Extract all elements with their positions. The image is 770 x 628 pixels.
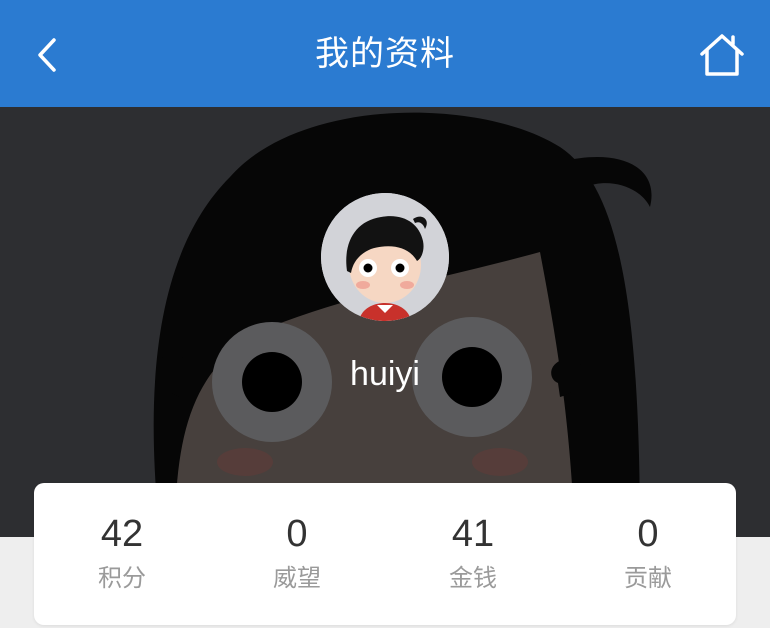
home-icon[interactable] — [696, 30, 748, 80]
profile-banner — [0, 107, 770, 537]
stat-value: 0 — [637, 513, 659, 555]
stat-value: 41 — [451, 513, 495, 555]
page-title: 我的资料 — [315, 34, 455, 74]
top-navigation-bar: 我的资料 — [0, 0, 770, 107]
stat-label: 威望 — [273, 564, 321, 592]
cartoon-avatar-image — [321, 193, 449, 321]
stat-points[interactable]: 42 积分 — [34, 483, 210, 625]
stat-label: 金钱 — [449, 564, 497, 592]
stat-value: 0 — [286, 513, 308, 555]
stats-card: 42 积分 0 威望 41 金钱 0 贡献 — [34, 483, 736, 625]
stat-label: 贡献 — [624, 564, 672, 592]
stat-contribution[interactable]: 0 贡献 — [560, 483, 736, 625]
blurred-avatar-background — [0, 107, 770, 537]
stat-value: 42 — [100, 513, 144, 555]
stat-money[interactable]: 41 金钱 — [385, 483, 561, 625]
avatar[interactable] — [321, 193, 449, 321]
stat-label: 积分 — [98, 564, 146, 592]
username: huiyi — [350, 355, 420, 393]
stat-prestige[interactable]: 0 威望 — [209, 483, 385, 625]
